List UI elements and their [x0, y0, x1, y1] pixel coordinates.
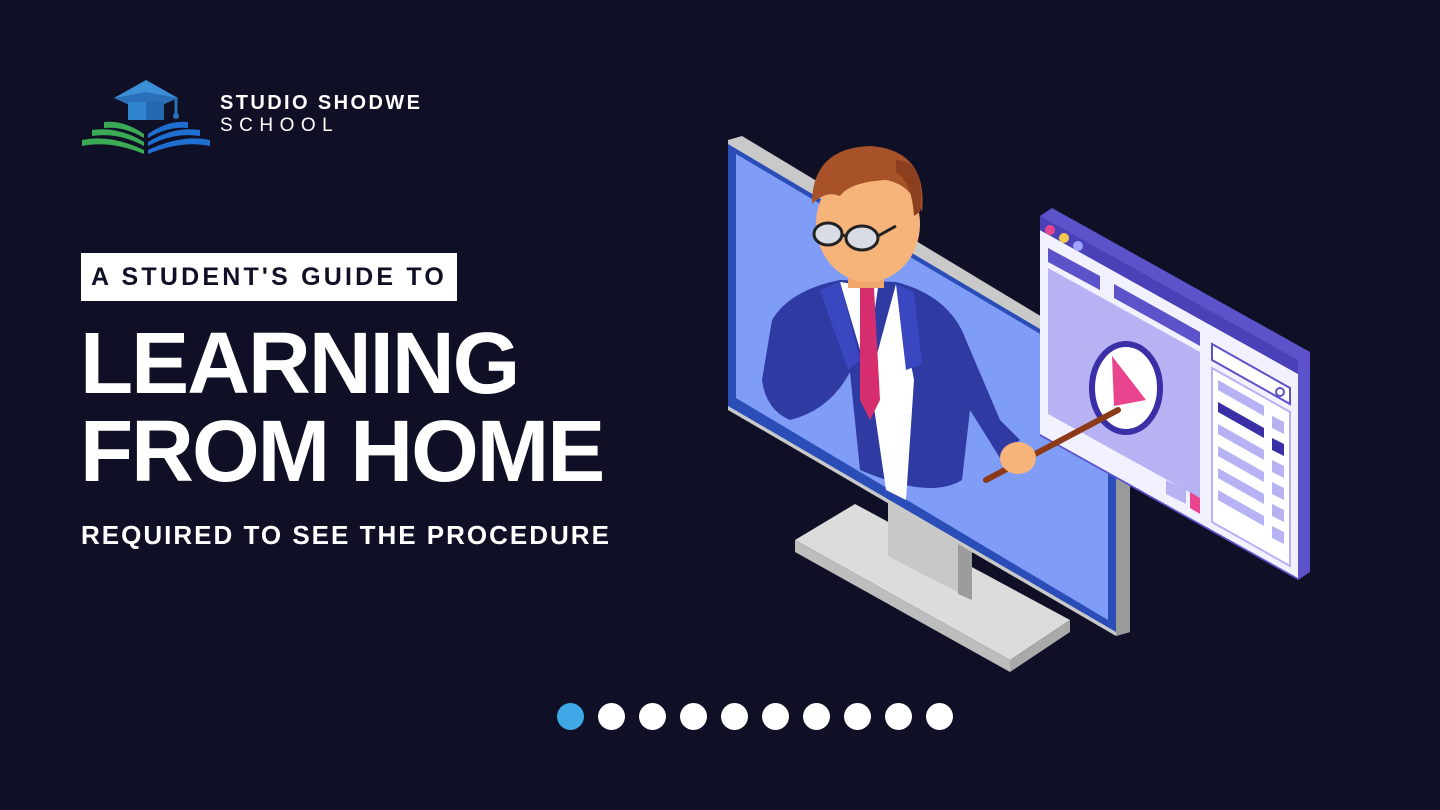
- pager-dot-5[interactable]: [721, 702, 748, 730]
- pager-dot-4[interactable]: [680, 702, 707, 730]
- graduation-cap-book-icon: [82, 80, 210, 154]
- tagline: A STUDENT'S GUIDE TO: [91, 262, 448, 291]
- pager-dot-3[interactable]: [639, 702, 666, 730]
- pager-dot-7[interactable]: [803, 702, 830, 730]
- tagline-box: A STUDENT'S GUIDE TO: [81, 253, 458, 301]
- hero-title: LEARNING FROM HOME: [80, 320, 680, 496]
- pager-dot-8[interactable]: [844, 702, 871, 730]
- pager-dot-6[interactable]: [762, 702, 789, 730]
- pager-dot-1[interactable]: [557, 702, 584, 730]
- hero-title-line-2: FROM HOME: [80, 403, 605, 500]
- brand-name: STUDIO SHODWE: [220, 92, 423, 114]
- brand-subtitle: SCHOOL: [220, 115, 340, 136]
- pager-dot-10[interactable]: [926, 702, 953, 730]
- pager-dot-9[interactable]: [885, 702, 912, 730]
- brand-logo[interactable]: STUDIO SHODWE SCHOOL: [80, 78, 440, 158]
- pager-dot-2[interactable]: [598, 702, 625, 730]
- hero-title-line-1: LEARNING: [80, 315, 520, 412]
- slide-pager: [557, 702, 953, 730]
- teacher-monitor-illustration: [728, 136, 1310, 672]
- hero-subtitle: REQUIRED TO SEE THE PROCEDURE: [81, 520, 611, 550]
